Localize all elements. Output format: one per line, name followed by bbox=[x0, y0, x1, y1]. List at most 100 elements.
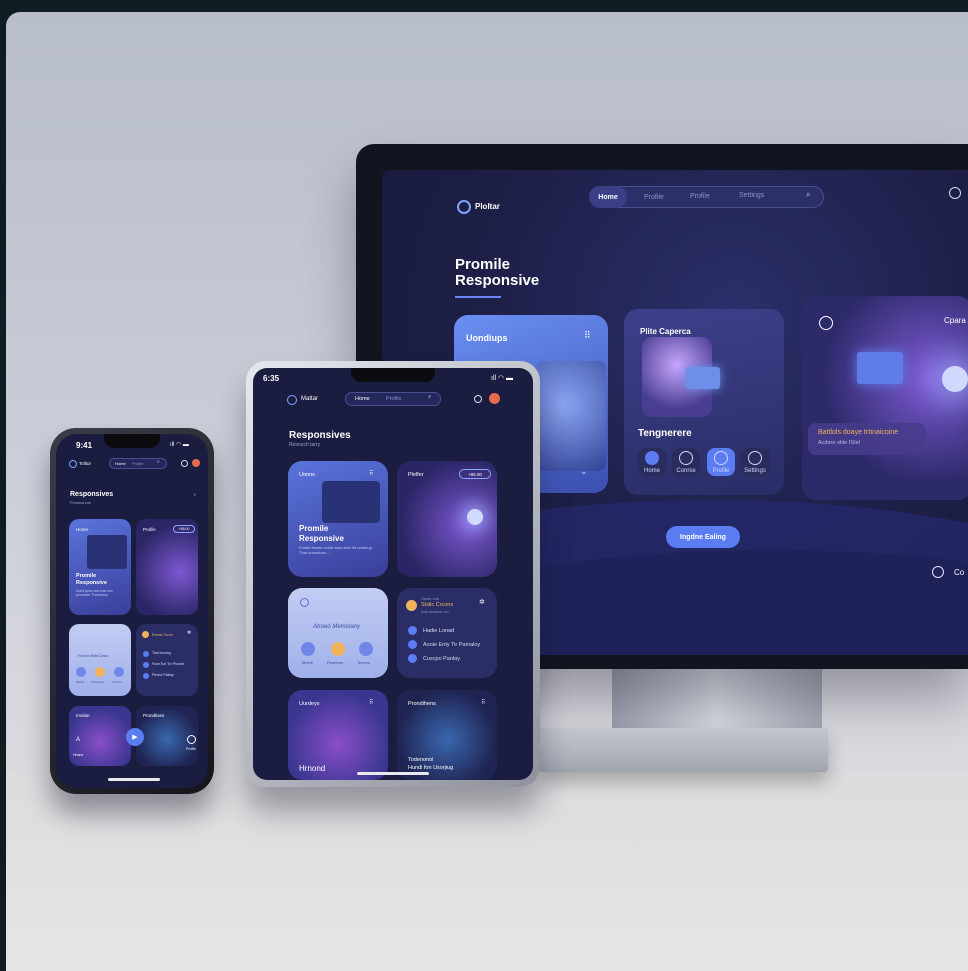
check-icon[interactable] bbox=[143, 651, 149, 657]
monitor-card-1-title: Uondiups bbox=[466, 333, 508, 343]
check-icon[interactable] bbox=[143, 662, 149, 668]
chip-home[interactable]: Home bbox=[638, 448, 666, 476]
chat-icon[interactable] bbox=[187, 735, 196, 744]
grid-icon: ⠿ bbox=[369, 471, 374, 477]
monitor-logo-icon bbox=[457, 200, 471, 214]
monitor-brand: Ploltar bbox=[475, 202, 500, 211]
monitor-card-3-caption-sub: Acdere olde ISIel bbox=[818, 440, 860, 446]
settings-icon bbox=[748, 450, 762, 465]
phone-card-2[interactable] bbox=[136, 519, 198, 615]
tablet-time: 6:35 bbox=[263, 374, 280, 383]
chip-settings[interactable]: Settings bbox=[740, 448, 770, 476]
tablet-title: Responsives bbox=[289, 430, 351, 441]
phone-list-item-1: Tiad lonwhg bbox=[152, 651, 171, 655]
tablet-list-head-small: Uenin esk bbox=[421, 596, 439, 601]
chevron-down-icon[interactable] bbox=[949, 187, 961, 199]
phone-time: 9:41 bbox=[76, 441, 93, 450]
tablet-home-indicator[interactable] bbox=[357, 772, 429, 775]
phone-nav-profile[interactable]: Profile bbox=[132, 461, 143, 466]
lamp-glow bbox=[467, 509, 483, 525]
phone-logo-icon bbox=[69, 460, 77, 468]
tablet-card-5-bottom: Hrnond bbox=[299, 764, 326, 773]
tablet-card-2-badge: +86.00 bbox=[459, 469, 491, 479]
tablet-card-5-title: Uurdeys bbox=[299, 701, 320, 707]
chip-profile[interactable]: Profile bbox=[707, 448, 735, 476]
circle-icon[interactable] bbox=[359, 642, 373, 656]
close-icon[interactable] bbox=[932, 566, 944, 578]
sun-icon[interactable] bbox=[331, 642, 345, 656]
monitor-corner-text: Co bbox=[954, 568, 965, 577]
tablet-card-6-title: Prondihens bbox=[408, 701, 436, 707]
tablet-card-6-bottom-2: Hundi fon Usorjiug bbox=[408, 765, 454, 771]
circle-icon[interactable] bbox=[114, 667, 124, 677]
tablet-logo-icon bbox=[287, 395, 297, 405]
tablet-list-head: Stsllc Crcons bbox=[421, 602, 454, 608]
phone-list-item-3: Ptrand Palitay bbox=[152, 673, 174, 677]
check-icon[interactable] bbox=[408, 626, 417, 635]
search-icon[interactable]: ⌕ bbox=[157, 459, 160, 465]
chevron-down-icon[interactable] bbox=[474, 395, 482, 403]
monitor-nav-profile[interactable]: Profile bbox=[644, 194, 664, 201]
tablet-card-3-icon-label-1: Mobte bbox=[302, 660, 314, 665]
share-icon[interactable]: ‹ bbox=[194, 492, 196, 498]
lamp-illustration bbox=[942, 366, 968, 392]
card-illustration bbox=[536, 361, 606, 471]
tablet-brand: Mattar bbox=[301, 396, 319, 402]
laptop-illustration bbox=[686, 367, 720, 389]
phone-home-indicator[interactable] bbox=[108, 778, 160, 781]
chip-home-label: Home bbox=[643, 467, 660, 474]
chip-profile-label: Profile bbox=[712, 467, 730, 474]
play-button[interactable]: ▶ bbox=[126, 728, 144, 746]
avatar[interactable] bbox=[489, 393, 500, 404]
phone-card-2-tag: Profile bbox=[143, 527, 156, 532]
tablet-nav-profile[interactable]: Profile bbox=[386, 396, 402, 402]
phone-card-5-title: Imolan bbox=[76, 713, 90, 718]
monitor-nav-profile-2[interactable]: Profile bbox=[690, 193, 710, 200]
phone-card-1-line1: Promile bbox=[76, 573, 97, 579]
gear-icon[interactable]: ✲ bbox=[187, 630, 191, 636]
tablet-card-2-tag: Plelfer bbox=[408, 472, 424, 478]
chevron-down-icon[interactable] bbox=[181, 460, 188, 467]
search-icon[interactable]: ⌕ bbox=[806, 190, 810, 200]
phone-list-item-2: Fuse Ear Tor Pionlat bbox=[152, 662, 184, 666]
desk-monitor-illustration bbox=[857, 352, 903, 384]
phone-notch bbox=[104, 434, 160, 448]
search-icon[interactable]: ⌕ bbox=[428, 394, 431, 401]
tablet-screen: 6:35 ıll ◠ ▬ Mattar Home Profile ⌕ Respo… bbox=[253, 368, 533, 780]
chip-course[interactable]: Conrse bbox=[672, 448, 700, 476]
phone-card-3-icon-label-1: Mobie bbox=[76, 680, 85, 684]
phone-card-3[interactable] bbox=[69, 624, 131, 696]
avatar bbox=[142, 631, 149, 638]
phone-nav-home[interactable]: Home bbox=[115, 461, 126, 466]
tablet-card-3-icon-label-3: Temmo bbox=[357, 660, 371, 665]
text-icon[interactable]: A bbox=[76, 737, 80, 743]
monitor-card-2-subtitle: Tengnerere bbox=[638, 428, 692, 439]
tablet-list-item-3: Cuscpo Panlay bbox=[423, 656, 460, 662]
square-icon[interactable] bbox=[301, 642, 315, 656]
monitor-nav-home[interactable]: Home bbox=[589, 186, 627, 208]
phone-card-1-line2: Responsive bbox=[76, 580, 107, 586]
phone-bottom-right: Profile bbox=[186, 747, 196, 751]
monitor-cta-button[interactable]: Ingdne Ealing bbox=[666, 526, 740, 548]
phone-bottom-left: Hnane bbox=[73, 753, 84, 757]
hero-underline bbox=[455, 296, 501, 298]
square-icon[interactable] bbox=[76, 667, 86, 677]
chevron-down-icon[interactable]: ⌄ bbox=[580, 466, 588, 477]
sun-icon[interactable] bbox=[95, 667, 105, 677]
avatar bbox=[406, 600, 417, 611]
tablet-card-1-tag: Uonns bbox=[299, 472, 315, 478]
tablet-subtitle: Resnuch tarry bbox=[289, 442, 321, 448]
monitor-card-3-title: Cpara bbox=[944, 316, 966, 325]
check-icon[interactable] bbox=[408, 654, 417, 663]
gear-icon bbox=[714, 450, 728, 465]
avatar[interactable] bbox=[192, 459, 200, 467]
tablet-card-1[interactable] bbox=[288, 461, 388, 577]
phone-card-1-desc: Sond tpom ant sust ous phusioter Thorees… bbox=[76, 589, 113, 597]
check-icon[interactable] bbox=[408, 640, 417, 649]
monitor-hero-line1: Promile bbox=[455, 256, 511, 273]
gear-icon[interactable]: ✲ bbox=[479, 598, 485, 606]
check-icon[interactable] bbox=[143, 673, 149, 679]
tablet-nav-home[interactable]: Home bbox=[355, 396, 370, 402]
monitor-nav-settings[interactable]: Settings bbox=[739, 192, 764, 199]
tablet-card-3-icon-label-2: Pipermer bbox=[327, 660, 344, 665]
